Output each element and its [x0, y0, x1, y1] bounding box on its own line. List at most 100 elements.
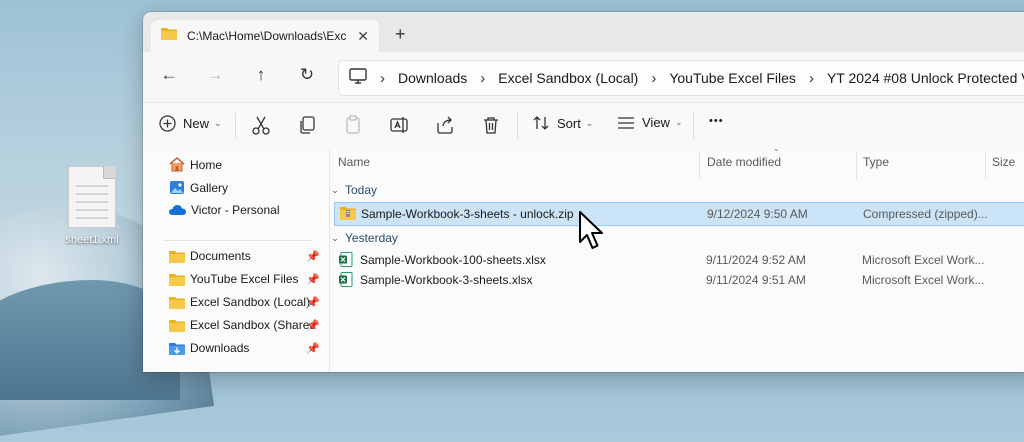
sidebar-item-label: Downloads: [190, 341, 250, 355]
column-header-size[interactable]: Size: [992, 155, 1015, 169]
folder-icon: [169, 273, 185, 286]
sidebar-item-home[interactable]: Home: [169, 157, 222, 172]
sort-icon: [533, 116, 549, 130]
tab-downloads[interactable]: C:\Mac\Home\Downloads\Exc ✕: [151, 20, 379, 52]
sidebar-item-excel-sandbox-local[interactable]: Excel Sandbox (Local): [169, 295, 310, 309]
view-button[interactable]: View ⌄: [617, 115, 683, 130]
sidebar-item-label: Home: [190, 157, 223, 172]
downloads-folder-icon: [169, 342, 185, 355]
forward-button[interactable]: →: [203, 65, 227, 85]
content-area: Home Gallery Victor - Personal Documents…: [143, 144, 1024, 372]
desktop-file-label: sheet1.xml: [65, 234, 119, 246]
chevron-down-icon: ⌄: [331, 184, 339, 195]
breadcrumb-separator: ›: [808, 69, 814, 87]
xml-file-icon: [68, 166, 116, 228]
file-name: Sample-Workbook-100-sheets.xlsx: [360, 253, 546, 267]
sidebar-item-excel-sandbox-shared[interactable]: Excel Sandbox (Shared: [169, 318, 316, 332]
folder-icon: [169, 319, 185, 332]
sidebar-item-downloads[interactable]: Downloads: [169, 341, 249, 355]
sort-label: Sort: [557, 115, 581, 131]
home-icon: [169, 157, 185, 172]
command-bar: New ⌄ Sort ⌄ View ⌄ •••: [143, 102, 1024, 150]
chevron-down-icon: ⌄: [674, 117, 683, 127]
paste-icon: [342, 114, 364, 136]
chevron-down-icon: ⌄: [214, 118, 222, 128]
column-header-type[interactable]: Type: [863, 155, 889, 169]
view-label: View: [642, 115, 670, 130]
column-divider[interactable]: [699, 151, 700, 179]
sidebar-item-label: Gallery: [190, 180, 229, 195]
excel-file-icon: [339, 272, 353, 290]
share-icon[interactable]: [434, 114, 456, 136]
sidebar-item-youtube-excel-files[interactable]: YouTube Excel Files: [169, 272, 299, 286]
pin-icon: 📌: [306, 320, 320, 332]
folder-icon: [169, 296, 185, 309]
column-header-date-modified[interactable]: Date modified: [707, 155, 781, 169]
plus-circle-icon: [159, 115, 176, 132]
refresh-button[interactable]: ↻: [295, 65, 319, 85]
breadcrumb-excel-sandbox[interactable]: Excel Sandbox (Local): [498, 70, 638, 86]
folder-icon: [169, 250, 185, 263]
group-header-today[interactable]: ⌄ Today: [330, 183, 377, 197]
file-row[interactable]: Sample-Workbook-3-sheets.xlsx 9/11/2024 …: [334, 269, 1024, 291]
chevron-down-icon: ⌄: [585, 117, 594, 128]
copy-icon[interactable]: [296, 114, 318, 136]
gallery-icon: [170, 181, 184, 194]
file-type: Compressed (zipped)...: [863, 207, 987, 221]
file-name: Sample-Workbook-3-sheets.xlsx: [360, 273, 533, 287]
cut-icon[interactable]: [250, 114, 272, 136]
file-date: 9/11/2024 9:52 AM: [706, 253, 806, 267]
sidebar-item-label: Documents: [190, 249, 251, 263]
sidebar-item-label: Victor - Personal: [191, 203, 280, 217]
breadcrumb-current-folder[interactable]: YT 2024 #08 Unlock Protected V: [827, 70, 1024, 86]
file-explorer-window: C:\Mac\Home\Downloads\Exc ✕ + ← → ↑ ↻ › …: [143, 12, 1024, 372]
file-type: Microsoft Excel Work...: [862, 253, 985, 267]
group-label: Yesterday: [345, 231, 398, 245]
sort-indicator-icon: ⌄: [773, 144, 780, 153]
group-header-yesterday[interactable]: ⌄ Yesterday: [330, 231, 398, 245]
breadcrumb-youtube-excel-files[interactable]: YouTube Excel Files: [669, 70, 796, 86]
new-button[interactable]: New ⌄: [159, 115, 222, 132]
excel-file-icon: [339, 252, 353, 270]
pin-icon: 📌: [306, 251, 320, 263]
file-date: 9/11/2024 9:51 AM: [706, 273, 806, 287]
file-type: Microsoft Excel Work...: [862, 273, 985, 287]
file-row[interactable]: Sample-Workbook-100-sheets.xlsx 9/11/202…: [334, 249, 1024, 271]
desktop-file-sheet1[interactable]: sheet1.xml: [62, 166, 122, 246]
sidebar-item-gallery[interactable]: Gallery: [169, 180, 228, 195]
up-button[interactable]: ↑: [249, 65, 273, 85]
file-name: Sample-Workbook-3-sheets - unlock.zip: [361, 207, 574, 221]
tab-title: C:\Mac\Home\Downloads\Exc: [187, 29, 347, 43]
column-header-name[interactable]: Name: [338, 155, 370, 169]
navigation-bar: ← → ↑ ↻ › Downloads › Excel Sandbox (Loc…: [143, 52, 1024, 102]
column-divider[interactable]: [856, 151, 857, 179]
delete-icon[interactable]: [480, 114, 502, 136]
sidebar-item-label: YouTube Excel Files: [190, 272, 299, 286]
sidebar-item-documents[interactable]: Documents: [169, 249, 251, 263]
new-tab-button[interactable]: +: [395, 24, 406, 45]
navigation-pane: Home Gallery Victor - Personal Documents…: [143, 149, 328, 372]
breadcrumb-separator: ›: [651, 69, 657, 87]
toolbar-divider: [235, 113, 236, 139]
breadcrumb-separator: ›: [380, 69, 385, 87]
sort-button[interactable]: Sort ⌄: [533, 115, 593, 131]
rename-icon[interactable]: [388, 114, 410, 136]
toolbar-divider: [517, 113, 518, 139]
sidebar-item-onedrive[interactable]: Victor - Personal: [169, 203, 279, 217]
breadcrumb-downloads[interactable]: Downloads: [398, 70, 467, 86]
tab-close-icon[interactable]: ✕: [357, 28, 369, 45]
breadcrumb-separator: ›: [480, 69, 486, 87]
mouse-cursor-icon: [578, 210, 608, 257]
toolbar-divider: [693, 113, 694, 139]
address-bar[interactable]: › Downloads › Excel Sandbox (Local) › Yo…: [338, 60, 1024, 96]
pin-icon: 📌: [306, 297, 320, 309]
file-date: 9/12/2024 9:50 AM: [707, 207, 808, 221]
back-button[interactable]: ←: [157, 65, 181, 85]
column-divider[interactable]: [985, 151, 986, 179]
sidebar-item-label: Excel Sandbox (Local): [190, 295, 311, 309]
file-row[interactable]: Sample-Workbook-3-sheets - unlock.zip 9/…: [334, 202, 1024, 226]
onedrive-cloud-icon: [169, 205, 186, 215]
pin-icon: 📌: [306, 343, 320, 355]
file-list: Name Date modified ⌄ Type Size ⌄ Today S…: [330, 144, 1024, 372]
more-options-button[interactable]: •••: [709, 115, 724, 127]
